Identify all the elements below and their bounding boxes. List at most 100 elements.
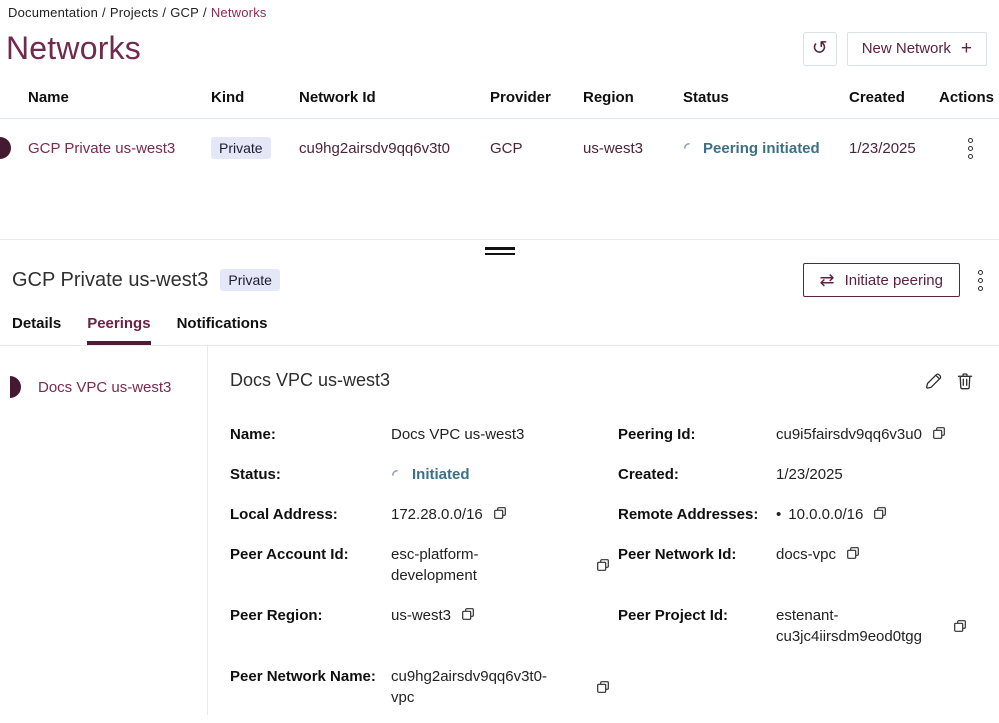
network-name-link[interactable]: GCP Private us-west3 [28, 140, 175, 157]
spinner-icon [683, 142, 695, 154]
networks-table: Name Kind Network Id Provider Region Sta… [0, 89, 999, 239]
title-row: Networks ↺ New Network + [0, 20, 999, 67]
initiate-peering-label: Initiate peering [845, 272, 943, 289]
network-detail-title-group: GCP Private us-west3 Private [12, 269, 280, 292]
field-label-local-address: Local Address: [230, 504, 391, 525]
peerings-content: Docs VPC us-west3 Docs VPC us-west3 [0, 346, 999, 715]
field-value-peer-network-name: cu9hg2airsdv9qq6v3t0-vpc [391, 666, 618, 708]
breadcrumb-gcp[interactable]: GCP [170, 5, 199, 20]
field-value-created: 1/23/2025 [776, 464, 975, 485]
network-name-cell[interactable]: GCP Private us-west3 [0, 140, 211, 157]
field-label-peer-network-name: Peer Network Name: [230, 666, 391, 708]
peering-detail-head: Docs VPC us-west3 [230, 370, 975, 391]
status-text: Initiated [412, 464, 470, 485]
field-value-peering-id: cu9i5fairsdv9qq6v3u0 [776, 424, 975, 445]
refresh-button[interactable]: ↺ [803, 32, 837, 66]
field-label-peering-id: Peering Id: [618, 424, 776, 445]
network-detail-kind-badge: Private [220, 269, 280, 291]
network-detail-header: GCP Private us-west3 Private ⇄ Initiate … [0, 255, 999, 297]
peering-half-circle-icon [10, 376, 21, 398]
detail-kebab-menu-icon[interactable] [974, 266, 987, 295]
peering-detail-title: Docs VPC us-west3 [230, 370, 390, 391]
column-header-name: Name [0, 89, 211, 106]
breadcrumb-separator: / [162, 5, 166, 20]
column-header-network-id: Network Id [299, 89, 490, 106]
column-header-provider: Provider [490, 89, 583, 106]
provider-cell: GCP [490, 140, 583, 157]
initiate-peering-button[interactable]: ⇄ Initiate peering [803, 263, 961, 297]
table-header-row: Name Kind Network Id Provider Region Sta… [0, 89, 999, 118]
field-value-remote-addresses: • 10.0.0.0/16 [776, 504, 975, 525]
copy-icon[interactable] [596, 680, 610, 694]
sidebar-item-docs-vpc[interactable]: Docs VPC us-west3 [0, 376, 207, 398]
field-value-peer-region: us-west3 [391, 605, 618, 647]
peerings-sidebar: Docs VPC us-west3 [0, 346, 208, 715]
breadcrumb-networks: Networks [211, 5, 267, 20]
new-network-button[interactable]: New Network + [847, 32, 987, 66]
copy-icon[interactable] [596, 558, 610, 572]
field-value-peer-project-id: estenant-cu3jc4iirsdm9eod0tgg [776, 605, 975, 647]
network-id-cell: cu9hg2airsdv9qq6v3t0 [299, 140, 490, 157]
delete-trash-icon[interactable] [955, 371, 975, 391]
peering-detail: Docs VPC us-west3 Name: [208, 346, 999, 715]
bullet-icon: • [776, 504, 781, 525]
tab-peerings[interactable]: Peerings [87, 315, 150, 345]
copy-icon[interactable] [953, 619, 967, 633]
title-actions: ↺ New Network + [803, 32, 987, 66]
network-detail-actions: ⇄ Initiate peering [803, 263, 988, 297]
table-spacer [0, 177, 999, 239]
field-value-peer-account-id: esc-platform-development [391, 544, 618, 586]
field-label-name: Name: [230, 424, 391, 445]
field-value-status: Initiated [391, 464, 618, 485]
field-value-name: Docs VPC us-west3 [391, 424, 618, 445]
column-header-created: Created [849, 89, 939, 106]
breadcrumb-projects[interactable]: Projects [110, 5, 159, 20]
refresh-icon: ↺ [812, 37, 828, 60]
kind-cell: Private [211, 137, 299, 159]
network-half-circle-icon [0, 137, 11, 159]
breadcrumb: Documentation/Projects/GCP/Networks [0, 0, 999, 20]
copy-icon[interactable] [493, 506, 507, 520]
copy-icon[interactable] [846, 546, 860, 560]
peering-field-grid: Name: Docs VPC us-west3 Peering Id: cu9i… [230, 424, 975, 708]
field-label-peer-project-id: Peer Project Id: [618, 605, 776, 647]
column-header-actions: Actions [939, 89, 999, 106]
region-cell: us-west3 [583, 140, 683, 157]
field-value-local-address: 172.28.0.0/16 [391, 504, 618, 525]
field-label-status: Status: [230, 464, 391, 485]
drag-handle[interactable] [485, 247, 515, 255]
swap-arrows-icon: ⇄ [820, 271, 835, 289]
network-detail-title: GCP Private us-west3 [12, 269, 208, 292]
breadcrumb-separator: / [203, 5, 207, 20]
copy-icon[interactable] [461, 607, 475, 621]
kind-badge: Private [211, 137, 271, 159]
field-value-peer-network-id: docs-vpc [776, 544, 975, 586]
tab-details[interactable]: Details [12, 315, 61, 345]
field-label-peer-network-id: Peer Network Id: [618, 544, 776, 586]
edit-pencil-icon[interactable] [923, 371, 943, 391]
peering-detail-tools [923, 371, 975, 391]
field-label-created: Created: [618, 464, 776, 485]
field-label-peer-account-id: Peer Account Id: [230, 544, 391, 586]
sidebar-item-label: Docs VPC us-west3 [38, 379, 171, 396]
plus-icon: + [961, 38, 972, 60]
status-text: Peering initiated [703, 140, 820, 157]
new-network-label: New Network [862, 40, 951, 57]
field-label-peer-region: Peer Region: [230, 605, 391, 647]
created-cell: 1/23/2025 [849, 140, 939, 157]
networks-page: Documentation/Projects/GCP/Networks Netw… [0, 0, 999, 723]
breadcrumb-separator: / [102, 5, 106, 20]
copy-icon[interactable] [873, 506, 887, 520]
spinner-icon [391, 469, 403, 481]
copy-icon[interactable] [932, 426, 946, 440]
column-header-kind: Kind [211, 89, 299, 106]
table-row[interactable]: GCP Private us-west3 Private cu9hg2airsd… [0, 119, 999, 177]
breadcrumb-documentation[interactable]: Documentation [8, 5, 98, 20]
split-divider [0, 239, 999, 255]
row-kebab-menu-icon[interactable] [964, 134, 977, 163]
column-header-status: Status [683, 89, 849, 106]
column-header-region: Region [583, 89, 683, 106]
tab-notifications[interactable]: Notifications [177, 315, 268, 345]
detail-tabs: Details Peerings Notifications [0, 297, 999, 346]
actions-cell [939, 134, 999, 163]
